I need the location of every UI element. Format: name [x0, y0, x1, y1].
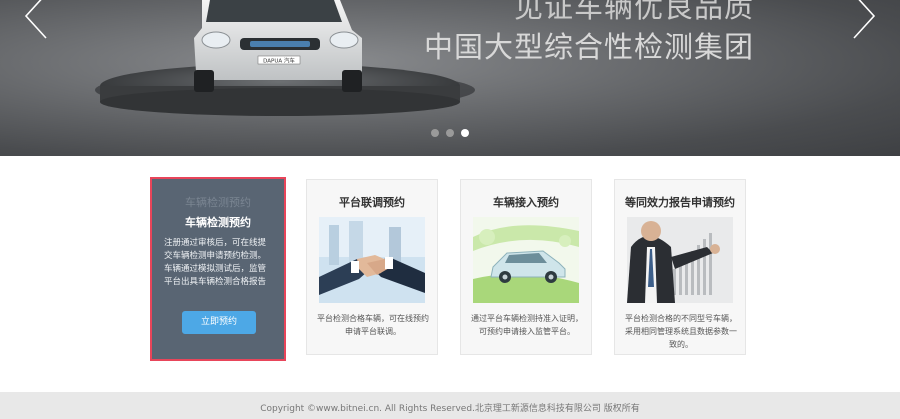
banner-prev-arrow[interactable] — [22, 0, 52, 40]
card-title: 等同效力报告申请预约 — [625, 196, 735, 209]
card-vehicle-access[interactable]: 车辆接入预约 通过平台车辆检测持准入证明，可预约申请接入监管平台。 — [460, 179, 592, 355]
car-plate: DAPUA 汽车 — [263, 57, 295, 65]
book-now-button[interactable]: 立即预约 — [182, 311, 256, 334]
service-cards: 车辆检测预约 车辆检测预约 注册通过审核后，可在线提交车辆检测申请预约检测。车辆… — [0, 177, 900, 365]
card-title: 车辆接入预约 — [493, 196, 559, 209]
chevron-left-icon — [24, 0, 47, 39]
hero-banner: DAPUA 汽车 见证车辆优良品质 中国大型综合性检测集团 — [0, 0, 900, 156]
chevron-right-icon — [853, 0, 876, 39]
banner-slogan-line2: 中国大型综合性检测集团 — [423, 30, 754, 64]
banner-next-arrow[interactable] — [848, 0, 878, 40]
card-description: 平台检测合格车辆，可在线预约申请平台联调。 — [317, 314, 429, 336]
banner-slogan-line1: 见证车辆优良品质 — [513, 0, 754, 24]
businessman-chart-image — [627, 217, 733, 303]
card-title: 车辆检测预约 — [185, 216, 251, 229]
card-description: 注册通过审核后，可在线提交车辆检测申请预约检测。车辆通过模拟测试后，监管平台出具… — [164, 238, 267, 287]
card-vehicle-inspection[interactable]: 车辆检测预约 车辆检测预约 注册通过审核后，可在线提交车辆检测申请预约检测。车辆… — [150, 177, 286, 361]
copyright-text: Copyright ©www.bitnei.cn. All Rights Res… — [260, 404, 640, 414]
card-equivalent-report[interactable]: 等同效力报告申请预约 平台检测合格的不同型号车辆，采用相同管理系统且数据参数一致… — [614, 179, 746, 355]
card-platform-joint-debug[interactable]: 平台联调预约 平台检测合格车辆，可在线预约申请平台联调。 — [306, 179, 438, 355]
banner-dot-1[interactable] — [431, 129, 439, 137]
card-ghost-title: 车辆检测预约 — [185, 196, 251, 209]
banner-dot-2[interactable] — [446, 129, 454, 137]
card-title: 平台联调预约 — [339, 196, 405, 209]
banner-dot-3[interactable] — [461, 129, 469, 137]
green-car-image — [473, 217, 579, 303]
banner-pagination — [431, 129, 469, 137]
card-description: 通过平台车辆检测持准入证明，可预约申请接入监管平台。 — [471, 314, 583, 336]
site-footer: Copyright ©www.bitnei.cn. All Rights Res… — [0, 392, 900, 419]
card-description: 平台检测合格的不同型号车辆，采用相同管理系统且数据参数一致的。 — [625, 314, 737, 349]
handshake-image — [319, 217, 425, 303]
car-showcase-image: DAPUA 汽车 — [95, 0, 475, 116]
